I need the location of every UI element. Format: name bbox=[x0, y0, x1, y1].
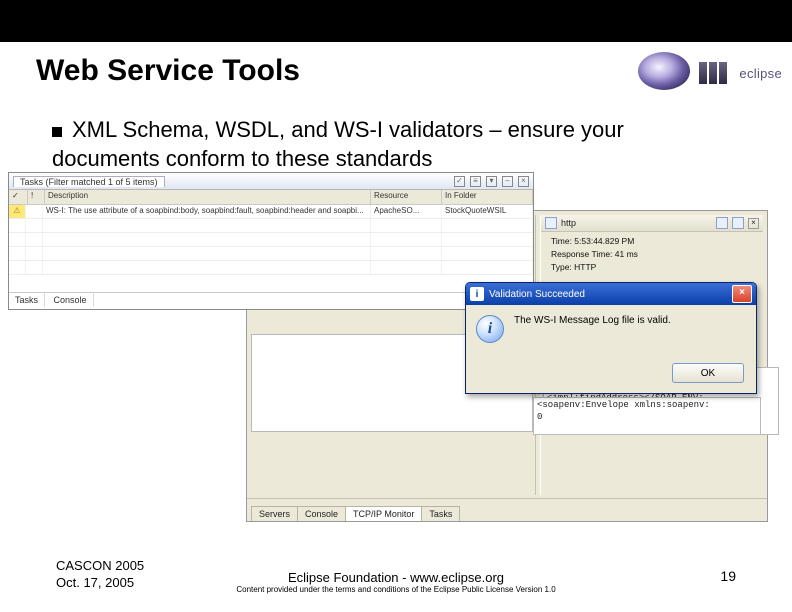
monitor-summary: Time: 5:53:44.829 PM Response Time: 41 m… bbox=[551, 235, 761, 273]
info-type: Type: HTTP bbox=[551, 261, 761, 274]
sort-icon[interactable] bbox=[716, 217, 728, 229]
resource-cell: ApacheSO... bbox=[371, 205, 442, 218]
tasks-bottom-tabs: Tasks Console bbox=[9, 292, 533, 309]
validation-dialog: i Validation Succeeded × i The WS-I Mess… bbox=[465, 282, 757, 394]
dialog-app-icon: i bbox=[470, 287, 484, 301]
page-number: 19 bbox=[720, 568, 736, 584]
dialog-titlebar[interactable]: i Validation Succeeded × bbox=[466, 283, 756, 305]
logo-text: eclipse bbox=[739, 66, 782, 81]
tab-tcpip-monitor[interactable]: TCP/IP Monitor bbox=[345, 506, 422, 521]
task-row-empty bbox=[9, 233, 533, 247]
col-priority[interactable]: ! bbox=[28, 190, 45, 204]
bottom-tab-tasks[interactable]: Tasks bbox=[9, 293, 45, 307]
warning-icon: ⚠ bbox=[9, 205, 26, 218]
info-time: Time: 5:53:44.829 PM bbox=[551, 235, 761, 248]
dialog-close-icon[interactable]: × bbox=[732, 285, 752, 303]
code-line: 0 bbox=[537, 412, 757, 424]
bottom-tab-console[interactable]: Console bbox=[48, 293, 94, 307]
tasks-menu-icon[interactable]: ▾ bbox=[486, 176, 497, 187]
http-icon bbox=[545, 217, 557, 229]
col-resource[interactable]: Resource bbox=[371, 190, 442, 204]
desc-cell: WS-I: The use attribute of a soapbind:bo… bbox=[43, 205, 371, 218]
slide-title: Web Service Tools bbox=[36, 54, 300, 88]
info-response: Response Time: 41 ms bbox=[551, 248, 761, 261]
tasks-filter-icon[interactable]: ≡ bbox=[470, 176, 481, 187]
folder-cell: StockQuoteWSIL bbox=[442, 205, 533, 218]
monitor-tab-label[interactable]: http bbox=[561, 218, 576, 228]
tasks-columns: ✓ ! Description Resource In Folder bbox=[9, 190, 533, 205]
tasks-view: Tasks (Filter matched 1 of 5 items) ✓ ≡ … bbox=[8, 172, 534, 310]
task-row-empty bbox=[9, 247, 533, 261]
tasks-view-tab[interactable]: Tasks (Filter matched 1 of 5 items) bbox=[13, 176, 165, 187]
task-row[interactable]: ⚠ WS-I: The use attribute of a soapbind:… bbox=[9, 205, 533, 219]
tab-console[interactable]: Console bbox=[297, 506, 346, 521]
clear-icon[interactable] bbox=[732, 217, 744, 229]
bullet-marker bbox=[52, 127, 62, 137]
tab-servers[interactable]: Servers bbox=[251, 506, 298, 521]
footer-center: Eclipse Foundation - www.eclipse.org Con… bbox=[0, 570, 792, 594]
tasks-min-icon[interactable]: – bbox=[502, 176, 513, 187]
col-description[interactable]: Description bbox=[45, 190, 371, 204]
response-body-box[interactable]: <soapenv:Envelope xmlns:soapenv: 0 bbox=[533, 397, 761, 435]
top-black-band bbox=[0, 0, 792, 42]
bullet-1: XML Schema, WSDL, and WS-I validators – … bbox=[52, 116, 736, 173]
tasks-close-icon[interactable]: × bbox=[518, 176, 529, 187]
col-folder[interactable]: In Folder bbox=[442, 190, 533, 204]
bullet-text: XML Schema, WSDL, and WS-I validators – … bbox=[52, 117, 624, 171]
task-row-empty bbox=[9, 261, 533, 275]
tasks-tool-icon[interactable]: ✓ bbox=[454, 176, 465, 187]
eclipse-bottom-tabs: Servers Console TCP/IP Monitor Tasks bbox=[247, 498, 767, 521]
dialog-message: The WS-I Message Log file is valid. bbox=[514, 315, 671, 326]
view-close-icon[interactable]: × bbox=[748, 218, 759, 229]
col-icon[interactable]: ✓ bbox=[9, 190, 28, 204]
code-line: <soapenv:Envelope xmlns:soapenv: bbox=[537, 400, 757, 412]
info-icon: i bbox=[476, 315, 504, 343]
monitor-toolbar: http × bbox=[541, 215, 763, 232]
tab-tasks[interactable]: Tasks bbox=[421, 506, 460, 521]
dialog-title: Validation Succeeded bbox=[489, 289, 585, 300]
ok-button[interactable]: OK bbox=[672, 363, 744, 383]
eclipse-logo: eclipse bbox=[642, 46, 782, 90]
priority-cell bbox=[26, 205, 43, 218]
task-row-empty bbox=[9, 219, 533, 233]
